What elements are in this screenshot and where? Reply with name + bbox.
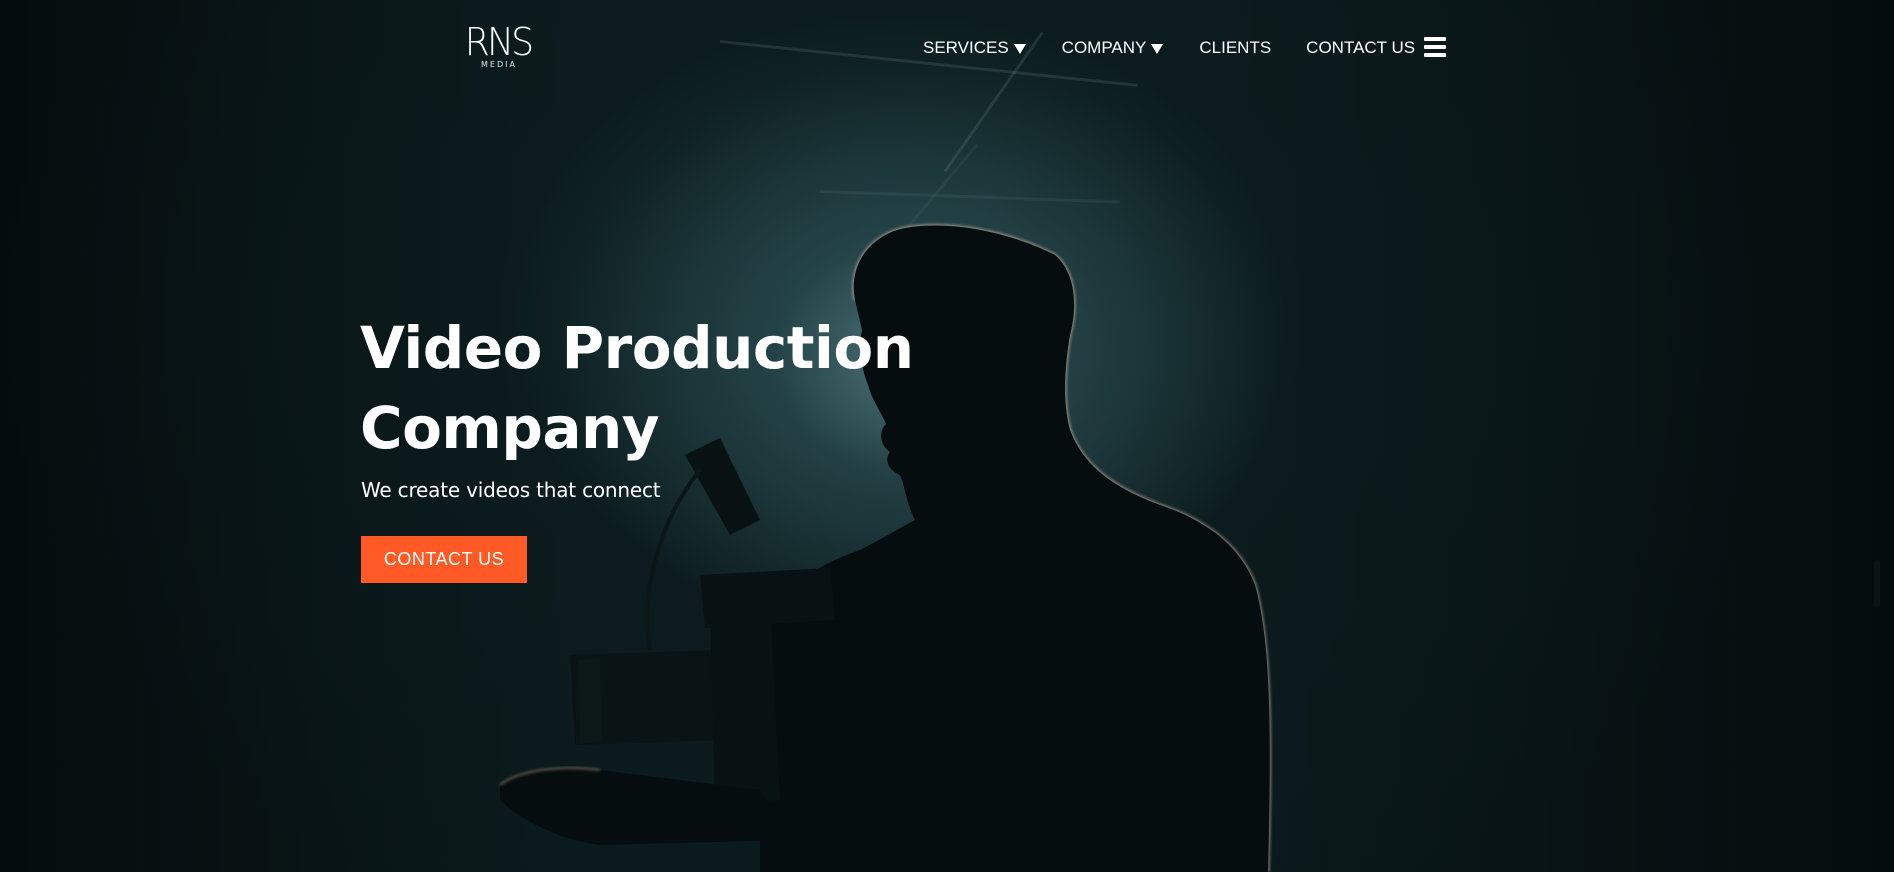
- logo-subtext: MEDIA: [481, 60, 517, 69]
- hero-title-line-1: Video Production: [360, 314, 914, 382]
- hero-subtitle: We create videos that connect: [361, 478, 661, 502]
- contact-us-button[interactable]: CONTACT US: [361, 536, 527, 583]
- hero-title-line-2: Company: [360, 394, 660, 462]
- nav-item-clients[interactable]: CLIENTS: [1199, 38, 1271, 58]
- site-header: RNS MEDIA SERVICES COMPANY CLIENTS CONTA…: [0, 0, 1894, 96]
- chevron-down-icon: [1151, 43, 1164, 54]
- nav-item-services-label: SERVICES: [923, 38, 1009, 57]
- nav-item-services[interactable]: SERVICES: [923, 38, 1026, 58]
- nav-item-contact-us[interactable]: CONTACT US: [1306, 38, 1415, 58]
- nav-item-clients-label: CLIENTS: [1199, 38, 1272, 57]
- chevron-down-icon: [1013, 43, 1026, 54]
- cameraman-silhouette-image: [499, 224, 1272, 872]
- nav-item-contact-label: CONTACT US: [1306, 38, 1416, 57]
- logo-mark: RNS: [464, 20, 534, 64]
- main-nav: SERVICES COMPANY CLIENTS CONTACT US: [923, 38, 1415, 58]
- nav-item-company[interactable]: COMPANY: [1062, 38, 1164, 58]
- nav-item-company-label: COMPANY: [1061, 38, 1147, 57]
- hamburger-menu-icon[interactable]: [1424, 37, 1446, 57]
- hero-title: Video Production Company: [360, 308, 920, 468]
- hero-section: RNS MEDIA SERVICES COMPANY CLIENTS CONTA…: [0, 0, 1894, 872]
- scrollbar-hint: [1874, 560, 1880, 608]
- site-logo[interactable]: RNS MEDIA: [463, 22, 535, 72]
